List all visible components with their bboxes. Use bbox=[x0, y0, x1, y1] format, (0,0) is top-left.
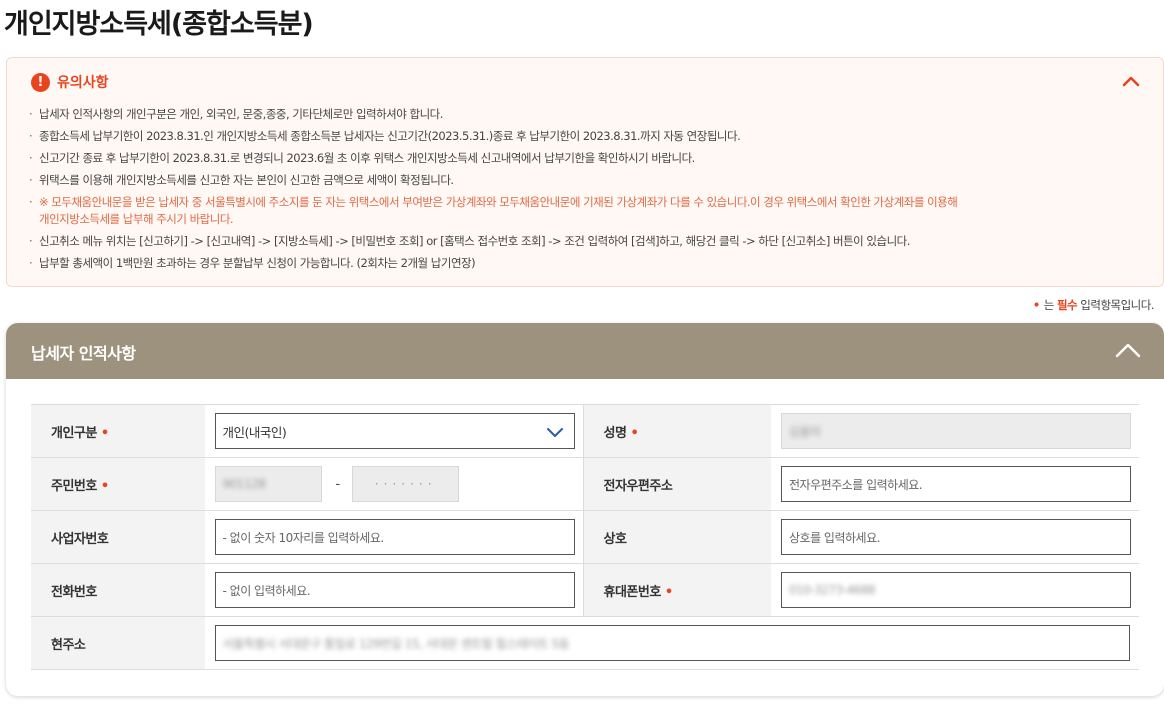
address-value: 서울특별시 서대문구 통일로 129번길 15, 서대문 센트럴 힐스테이트 5… bbox=[222, 636, 570, 651]
phone-label: 전화번호 bbox=[31, 563, 205, 617]
notice-item: 종합소득세 납부기한이 2023.8.31.인 개인지방소득세 종합소득분 납세… bbox=[29, 128, 1149, 145]
rrn-front-field: 901128 bbox=[214, 466, 322, 502]
address-input[interactable]: 서울특별시 서대문구 통일로 129번길 15, 서대문 센트럴 힐스테이트 5… bbox=[214, 625, 1130, 661]
email-placeholder: 전자우편주소를 입력하세요. bbox=[788, 477, 923, 492]
notice-list: 납세자 인적사항의 개인구분은 개인, 외국인, 문중,종중, 기타단체로만 입… bbox=[29, 106, 1149, 277]
personal-type-select[interactable]: 개인(내국인) bbox=[214, 413, 575, 449]
personal-type-value: 개인(내국인) bbox=[222, 424, 287, 440]
rrn-label: 주민번호 • bbox=[31, 457, 205, 511]
required-note-strong: 필수 bbox=[1056, 298, 1078, 312]
notice-warning-line: 개인지방소득세를 납부해 주시기 바랍니다. bbox=[39, 212, 234, 226]
taxpayer-panel: 납세자 인적사항 개인구분 • 개인(내국인) 성명 • 김용미 주민번호 • … bbox=[6, 323, 1164, 696]
notice-item: 납세자 인적사항의 개인구분은 개인, 외국인, 문중,종중, 기타단체로만 입… bbox=[29, 106, 1149, 123]
form-row: 주민번호 • 901128 - ······· 전자우편주소 전자우편주소를 입력… bbox=[31, 457, 1139, 511]
notice-box: ! 유의사항 납세자 인적사항의 개인구분은 개인, 외국인, 문중,종중, 기… bbox=[6, 57, 1164, 287]
form-row: 개인구분 • 개인(내국인) 성명 • 김용미 bbox=[31, 404, 1139, 458]
required-dot: • bbox=[1032, 298, 1040, 312]
bizno-placeholder: - 없이 숫자 10자리를 입력하세요. bbox=[222, 530, 385, 545]
required-mark: • bbox=[100, 425, 109, 441]
address-label: 현주소 bbox=[31, 616, 205, 670]
required-mark: • bbox=[100, 478, 109, 494]
email-label: 전자우편주소 bbox=[582, 457, 771, 511]
exclamation-circle-icon: ! bbox=[31, 72, 50, 92]
phone-placeholder: - 없이 입력하세요. bbox=[222, 583, 311, 598]
required-note-prefix: 는 bbox=[1043, 298, 1055, 312]
form-row: 현주소 서울특별시 서대문구 통일로 129번길 15, 서대문 센트럴 힐스테… bbox=[31, 616, 1139, 670]
required-note-suffix: 입력항목입니다. bbox=[1080, 298, 1154, 312]
mobile-label: 휴대폰번호 • bbox=[582, 563, 771, 617]
taxpayer-panel-header: 납세자 인적사항 bbox=[6, 323, 1164, 379]
notice-header: ! 유의사항 bbox=[31, 72, 109, 92]
notice-item: 신고기간 종료 후 납부기한이 2023.8.31.로 변경되니 2023.6월… bbox=[29, 150, 1149, 167]
mobile-input[interactable]: 010-3273-4688 bbox=[780, 572, 1131, 608]
taxpayer-form: 개인구분• 개인(내국인) 성명• 김용미 주민번호• 901128 - bbox=[31, 404, 1139, 670]
rrn-front-value: 901128 bbox=[222, 477, 266, 491]
taxpayer-panel-title: 납세자 인적사항 bbox=[31, 344, 136, 363]
personal-type-label: 개인구분 • bbox=[31, 404, 205, 458]
email-input[interactable]: 전자우편주소를 입력하세요. bbox=[780, 466, 1131, 502]
notice-title: 유의사항 bbox=[57, 75, 109, 91]
company-placeholder: 상호를 입력하세요. bbox=[788, 530, 880, 545]
phone-input[interactable]: - 없이 입력하세요. bbox=[214, 572, 575, 608]
rrn-back-field: ······· bbox=[352, 466, 460, 502]
rrn-back-value: ······· bbox=[374, 477, 437, 491]
required-note: • 는 필수 입력항목입니다. bbox=[1032, 297, 1155, 313]
company-input[interactable]: 상호를 입력하세요. bbox=[780, 519, 1131, 555]
company-label: 상호 bbox=[582, 510, 771, 564]
form-row: 전화번호 - 없이 입력하세요. 휴대폰번호 • 010-3273-4688 bbox=[31, 563, 1139, 617]
page-title: 개인지방소득세(종합소득분) bbox=[4, 9, 314, 40]
notice-item: 신고취소 메뉴 위치는 [신고하기] -> [신고내역] -> [지방소득세] … bbox=[29, 233, 1149, 250]
notice-item: 위택스를 이용해 개인지방소득세를 신고한 자는 본인이 신고한 금액으로 세액… bbox=[29, 172, 1149, 189]
rrn-dash: - bbox=[335, 476, 341, 492]
bizno-input[interactable]: - 없이 숫자 10자리를 입력하세요. bbox=[214, 519, 575, 555]
name-label: 성명 • bbox=[582, 404, 771, 458]
chevron-up-icon[interactable] bbox=[1114, 337, 1142, 365]
mobile-value: 010-3273-4688 bbox=[788, 583, 876, 597]
name-value: 김용미 bbox=[788, 424, 821, 439]
name-field: 김용미 bbox=[780, 413, 1131, 449]
required-mark: • bbox=[630, 425, 639, 441]
bizno-label: 사업자번호 bbox=[31, 510, 205, 564]
form-row: 사업자번호 - 없이 숫자 10자리를 입력하세요. 상호 상호를 입력하세요. bbox=[31, 510, 1139, 564]
chevron-up-icon[interactable] bbox=[1121, 72, 1141, 92]
chevron-down-icon bbox=[546, 428, 563, 437]
rrn-group: 901128 - ······· bbox=[214, 466, 575, 502]
required-mark: • bbox=[664, 584, 673, 600]
notice-warning-line: ※ 모두채움안내문을 받은 납세자 중 서울특별시에 주소지를 둔 자는 위택스… bbox=[39, 195, 958, 209]
notice-item: 납부할 총세액이 1백만원 초과하는 경우 분할납부 신청이 가능합니다. (2… bbox=[29, 255, 1149, 272]
notice-warning-item: ※ 모두채움안내문을 받은 납세자 중 서울특별시에 주소지를 둔 자는 위택스… bbox=[29, 194, 1149, 228]
